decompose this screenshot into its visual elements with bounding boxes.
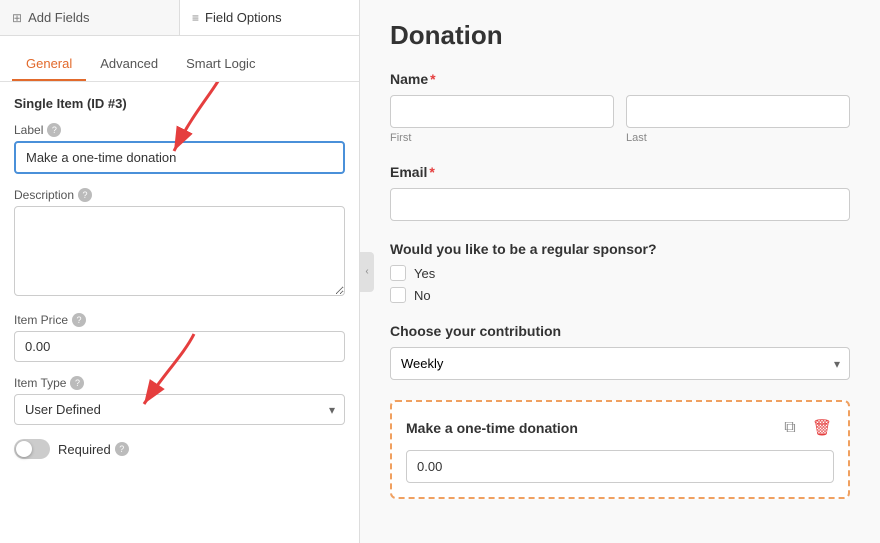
tab-field-options[interactable]: ≡ Field Options xyxy=(180,0,359,35)
top-tabs: ⊞ Add Fields ≡ Field Options xyxy=(0,0,359,36)
last-name-group: Last xyxy=(626,95,850,144)
required-label: Required ? xyxy=(58,442,129,457)
email-input[interactable] xyxy=(390,188,850,221)
label-group: Label ? xyxy=(14,123,345,174)
description-group: Description ? xyxy=(14,188,345,299)
sponsor-field-label: Would you like to be a regular sponsor? xyxy=(390,241,850,257)
collapse-handle[interactable]: ‹ xyxy=(360,252,374,292)
last-name-sublabel: Last xyxy=(626,132,850,144)
right-panel: Donation Name* First Last Email* Would y… xyxy=(360,0,880,543)
sponsor-field-block: Would you like to be a regular sponsor? … xyxy=(390,241,850,303)
description-label: Description ? xyxy=(14,188,345,202)
first-name-sublabel: First xyxy=(390,132,614,144)
item-price-help-icon[interactable]: ? xyxy=(72,313,86,327)
tab-general[interactable]: General xyxy=(12,48,86,81)
copy-icon[interactable]: ⧉ xyxy=(778,416,802,440)
item-type-help-icon[interactable]: ? xyxy=(70,376,84,390)
donation-block-header: Make a one-time donation ⧉ 🗑 xyxy=(406,416,834,440)
toggle-knob xyxy=(16,441,32,457)
form-content: Single Item (ID #3) Label ? xyxy=(0,82,359,543)
left-panel: ⊞ Add Fields ≡ Field Options General Adv… xyxy=(0,0,360,543)
contribution-select[interactable]: Weekly Monthly Yearly xyxy=(390,347,850,380)
sub-tabs: General Advanced Smart Logic xyxy=(0,36,359,82)
checkbox-no-box[interactable] xyxy=(390,287,406,303)
checkbox-yes[interactable]: Yes xyxy=(390,265,850,281)
checkbox-yes-box[interactable] xyxy=(390,265,406,281)
contribution-field-label: Choose your contribution xyxy=(390,323,850,339)
first-name-input[interactable] xyxy=(390,95,614,128)
description-help-icon[interactable]: ? xyxy=(78,188,92,202)
first-name-group: First xyxy=(390,95,614,144)
label-input[interactable] xyxy=(14,141,345,174)
donation-block: Make a one-time donation ⧉ 🗑 xyxy=(390,400,850,499)
donation-block-title: Make a one-time donation xyxy=(406,420,578,436)
donation-icons: ⧉ 🗑 xyxy=(778,416,834,440)
tab-add-fields[interactable]: ⊞ Add Fields xyxy=(0,0,180,35)
field-options-icon: ≡ xyxy=(192,11,199,25)
required-help-icon[interactable]: ? xyxy=(115,442,129,456)
label-label: Label ? xyxy=(14,123,345,137)
field-id: Single Item (ID #3) xyxy=(14,96,345,111)
item-price-label: Item Price ? xyxy=(14,313,345,327)
item-type-select-wrapper: User Defined Fixed xyxy=(14,394,345,425)
label-help-icon[interactable]: ? xyxy=(47,123,61,137)
item-type-label: Item Type ? xyxy=(14,376,345,390)
contribution-field-block: Choose your contribution Weekly Monthly … xyxy=(390,323,850,380)
description-textarea[interactable] xyxy=(14,206,345,296)
item-price-group: Item Price ? xyxy=(14,313,345,362)
tab-smart-logic[interactable]: Smart Logic xyxy=(172,48,269,81)
sponsor-checkbox-group: Yes No xyxy=(390,265,850,303)
contribution-dropdown-wrapper: Weekly Monthly Yearly xyxy=(390,347,850,380)
required-row: Required ? xyxy=(14,439,345,459)
name-field-block: Name* First Last xyxy=(390,71,850,144)
required-toggle[interactable] xyxy=(14,439,50,459)
tab-advanced[interactable]: Advanced xyxy=(86,48,172,81)
delete-icon[interactable]: 🗑 xyxy=(810,416,834,440)
form-title: Donation xyxy=(390,20,850,51)
donation-amount-input[interactable] xyxy=(406,450,834,483)
last-name-input[interactable] xyxy=(626,95,850,128)
name-inputs: First Last xyxy=(390,95,850,144)
email-field-label: Email* xyxy=(390,164,850,180)
name-field-label: Name* xyxy=(390,71,850,87)
item-type-group: Item Type ? User Defined Fixed xyxy=(14,376,345,425)
item-price-input[interactable] xyxy=(14,331,345,362)
email-field-block: Email* xyxy=(390,164,850,221)
item-type-select[interactable]: User Defined Fixed xyxy=(14,394,345,425)
checkbox-no[interactable]: No xyxy=(390,287,850,303)
add-fields-icon: ⊞ xyxy=(12,11,22,25)
